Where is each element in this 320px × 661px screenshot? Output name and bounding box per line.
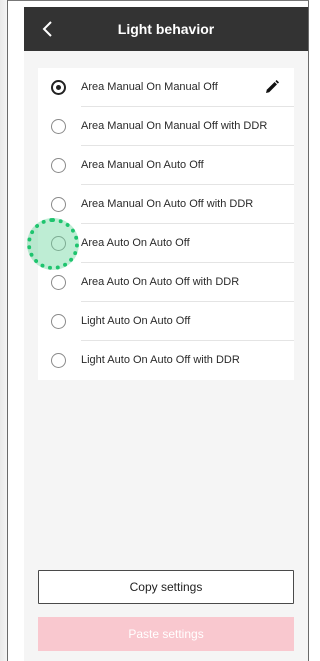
radio-selected[interactable] xyxy=(51,80,66,95)
option-row-area-auto-on-auto-off-ddr[interactable]: Area Auto On Auto Off with DDR xyxy=(38,263,294,302)
option-row-area-manual-on-manual-off-ddr[interactable]: Area Manual On Manual Off with DDR xyxy=(38,107,294,146)
light-behavior-list: Area Manual On Manual Off Area Manual On… xyxy=(38,68,294,380)
radio-unselected[interactable] xyxy=(51,158,66,173)
app-bar: Light behavior xyxy=(24,7,308,51)
option-row-light-auto-on-auto-off-ddr[interactable]: Light Auto On Auto Off with DDR xyxy=(38,341,294,380)
option-row-area-manual-on-auto-off[interactable]: Area Manual On Auto Off xyxy=(38,146,294,185)
pencil-icon xyxy=(266,80,279,93)
window-top-border xyxy=(8,0,309,1)
option-label: Area Manual On Manual Off xyxy=(81,81,218,93)
window-right-border xyxy=(308,0,309,661)
paste-settings-button: Paste settings xyxy=(38,617,294,651)
option-label: Area Auto On Auto Off with DDR xyxy=(81,276,240,288)
radio-unselected[interactable] xyxy=(51,236,66,251)
option-label: Light Auto On Auto Off xyxy=(81,315,191,327)
window-left-border xyxy=(7,0,8,661)
device-frame: Light behavior Area Manual On Manual Off… xyxy=(0,0,310,661)
option-label: Area Manual On Auto Off with DDR xyxy=(81,198,254,210)
option-row-light-auto-on-auto-off[interactable]: Light Auto On Auto Off xyxy=(38,302,294,341)
radio-unselected[interactable] xyxy=(51,314,66,329)
option-row-area-manual-on-manual-off[interactable]: Area Manual On Manual Off xyxy=(38,68,294,107)
radio-unselected[interactable] xyxy=(51,119,66,134)
option-label: Light Auto On Auto Off with DDR xyxy=(81,354,240,366)
option-row-area-manual-on-auto-off-ddr[interactable]: Area Manual On Auto Off with DDR xyxy=(38,185,294,224)
page-title: Light behavior xyxy=(117,21,215,37)
app-screen: Light behavior Area Manual On Manual Off… xyxy=(24,7,308,661)
radio-unselected[interactable] xyxy=(51,275,66,290)
copy-settings-button[interactable]: Copy settings xyxy=(38,570,294,604)
option-row-area-auto-on-auto-off[interactable]: Area Auto On Auto Off xyxy=(38,224,294,263)
option-label: Area Manual On Manual Off with DDR xyxy=(81,120,268,132)
option-label: Area Auto On Auto Off xyxy=(81,237,190,249)
radio-unselected[interactable] xyxy=(51,197,66,212)
radio-unselected[interactable] xyxy=(51,353,66,368)
edit-button[interactable] xyxy=(264,79,280,95)
option-label: Area Manual On Auto Off xyxy=(81,159,204,171)
